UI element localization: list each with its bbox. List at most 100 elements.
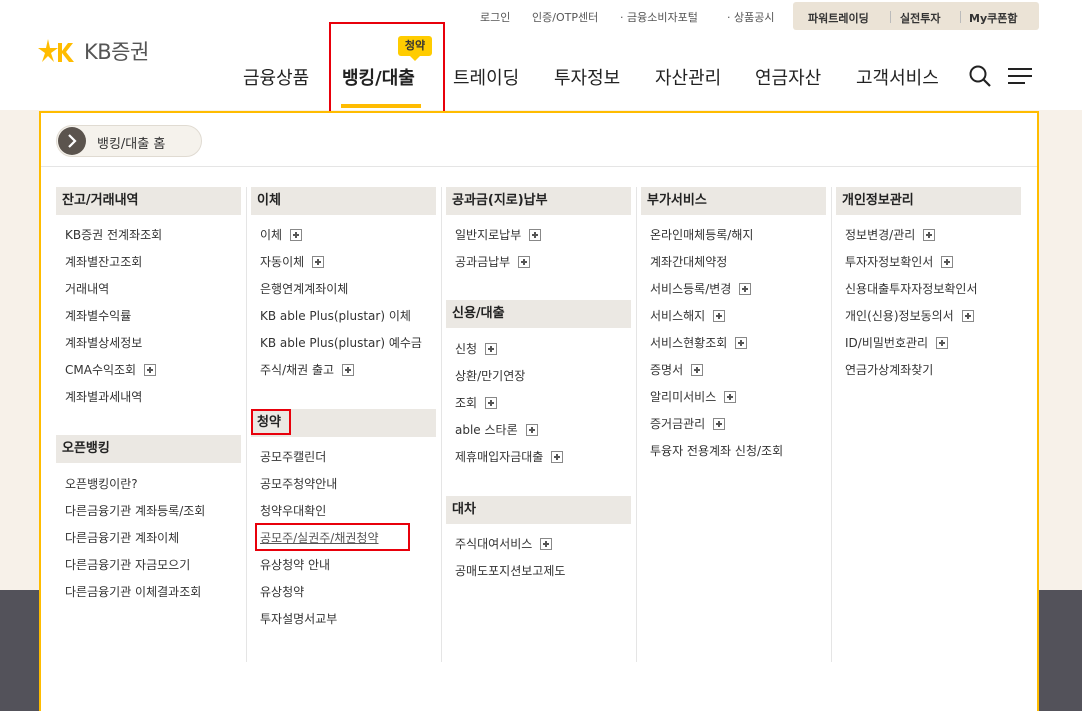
quick-links-box: 파워트레이딩 실전투자 My쿠폰함 <box>793 2 1039 30</box>
menu-item[interactable]: 계좌별잔고조회 <box>65 253 142 270</box>
expand-plus-icon[interactable] <box>144 363 157 376</box>
section-header-personal-info[interactable]: 개인정보관리 <box>836 187 1021 215</box>
product-notice-link[interactable]: · 상품공시 <box>727 9 774 25</box>
expand-plus-icon[interactable] <box>312 255 325 268</box>
column-divider <box>441 187 442 662</box>
login-link[interactable]: 로그인 <box>480 9 510 25</box>
menu-item[interactable]: 서비스해지 <box>650 307 726 324</box>
menu-item[interactable]: 투자설명서교부 <box>260 610 337 627</box>
section-header-additional-services[interactable]: 부가서비스 <box>641 187 826 215</box>
menu-item[interactable]: 계좌별상세정보 <box>65 334 142 351</box>
banking-home-label: 뱅킹/대출 홈 <box>97 137 166 152</box>
menu-item[interactable]: able 스타론 <box>455 421 538 438</box>
menu-item[interactable]: 공매도포지션보고제도 <box>455 562 565 579</box>
gnb-customer-service[interactable]: 고객서비스 <box>856 64 939 90</box>
menu-item[interactable]: 계좌별수익률 <box>65 307 131 324</box>
menu-item[interactable]: 주식대여서비스 <box>455 535 553 552</box>
section-header-balance[interactable]: 잔고/거래내역 <box>56 187 241 215</box>
expand-plus-icon[interactable] <box>529 228 542 241</box>
menu-item[interactable]: 신청 <box>455 340 498 357</box>
menu-item[interactable]: 개인(신용)정보동의서 <box>845 307 974 324</box>
section-header-credit-loan[interactable]: 신용/대출 <box>446 300 631 328</box>
menu-item[interactable]: 주식/채권 출고 <box>260 361 355 378</box>
expand-plus-icon[interactable] <box>518 255 531 268</box>
menu-item[interactable]: 은행연계계좌이체 <box>260 280 348 297</box>
menu-item[interactable]: 공모주청약안내 <box>260 475 337 492</box>
expand-plus-icon[interactable] <box>551 450 564 463</box>
menu-item[interactable]: 거래내역 <box>65 280 109 297</box>
expand-plus-icon[interactable] <box>739 282 752 295</box>
menu-item[interactable]: 조회 <box>455 394 498 411</box>
menu-item[interactable]: CMA수익조회 <box>65 361 157 378</box>
power-trading-link[interactable]: 파워트레이딩 <box>808 10 869 26</box>
menu-item[interactable]: 이체 <box>260 226 303 243</box>
menu-item[interactable]: 정보변경/관리 <box>845 226 936 243</box>
hamburger-menu-icon[interactable] <box>1007 66 1033 86</box>
menu-item[interactable]: 청약우대확인 <box>260 502 326 519</box>
menu-item[interactable]: KB증권 전계좌조회 <box>65 226 162 243</box>
expand-plus-icon[interactable] <box>691 363 704 376</box>
expand-plus-icon[interactable] <box>290 228 303 241</box>
expand-plus-icon[interactable] <box>961 309 974 322</box>
menu-item[interactable]: 연금가상계좌찾기 <box>845 361 933 378</box>
expand-plus-icon[interactable] <box>342 363 355 376</box>
menu-item[interactable]: 증거금관리 <box>650 415 726 432</box>
expand-plus-icon[interactable] <box>941 255 954 268</box>
gnb-financial-products[interactable]: 금융상품 <box>243 64 309 90</box>
menu-item[interactable]: 유상청약 안내 <box>260 556 330 573</box>
menu-item[interactable]: 상환/만기연장 <box>455 367 525 384</box>
search-icon[interactable] <box>968 64 992 88</box>
expand-plus-icon[interactable] <box>540 537 553 550</box>
kb-logo[interactable]: KB증권 <box>38 36 149 66</box>
menu-item[interactable]: 알리미서비스 <box>650 388 737 405</box>
menu-item[interactable]: 다른금융기관 자금모으기 <box>65 556 190 573</box>
gnb-pension-assets[interactable]: 연금자산 <box>755 64 821 90</box>
section-header-open-banking[interactable]: 오픈뱅킹 <box>56 435 241 463</box>
live-invest-link[interactable]: 실전투자 <box>900 10 940 26</box>
menu-item[interactable]: 온라인매체등록/해지 <box>650 226 753 243</box>
menu-item[interactable]: 다른금융기관 이체결과조회 <box>65 583 201 600</box>
menu-item[interactable]: 공과금납부 <box>455 253 531 270</box>
column-divider <box>831 187 832 662</box>
menu-item[interactable]: 제휴매입자금대출 <box>455 448 564 465</box>
menu-item[interactable]: 서비스현황조회 <box>650 334 748 351</box>
gnb-asset-management[interactable]: 자산관리 <box>655 64 721 90</box>
menu-item[interactable]: 서비스등록/변경 <box>650 280 752 297</box>
expand-plus-icon[interactable] <box>525 423 538 436</box>
my-coupon-link[interactable]: My쿠폰함 <box>969 10 1017 26</box>
expand-plus-icon[interactable] <box>923 228 936 241</box>
expand-plus-icon[interactable] <box>485 342 498 355</box>
expand-plus-icon[interactable] <box>735 336 748 349</box>
menu-item[interactable]: KB able Plus(plustar) 예수금 <box>260 334 422 351</box>
menu-item[interactable]: 투자자정보확인서 <box>845 253 954 270</box>
otp-center-link[interactable]: 인증/OTP센터 <box>532 9 598 25</box>
separator <box>960 11 961 23</box>
menu-item[interactable]: 증명서 <box>650 361 704 378</box>
expand-plus-icon[interactable] <box>485 396 498 409</box>
menu-item[interactable]: 신용대출투자자정보확인서 <box>845 280 977 297</box>
menu-item[interactable]: 계좌간대체약정 <box>650 253 727 270</box>
section-header-lending[interactable]: 대차 <box>446 496 631 524</box>
expand-plus-icon[interactable] <box>713 309 726 322</box>
banking-loan-mega-menu: 뱅킹/대출 홈 잔고/거래내역 KB증권 전계좌조회 계좌별잔고조회 거래내역 … <box>39 111 1039 711</box>
menu-item[interactable]: 유상청약 <box>260 583 304 600</box>
gnb-investment-info[interactable]: 투자정보 <box>554 64 620 90</box>
menu-item[interactable]: 일반지로납부 <box>455 226 542 243</box>
menu-item[interactable]: 공모주캘린더 <box>260 448 326 465</box>
section-header-transfer[interactable]: 이체 <box>251 187 436 215</box>
menu-item[interactable]: 다른금융기관 계좌이체 <box>65 529 179 546</box>
menu-item[interactable]: 다른금융기관 계좌등록/조회 <box>65 502 205 519</box>
consumer-portal-link[interactable]: · 금융소비자포털 <box>620 9 698 25</box>
expand-plus-icon[interactable] <box>724 390 737 403</box>
banking-home-button[interactable]: 뱅킹/대출 홈 <box>56 125 202 157</box>
section-header-utility-payment[interactable]: 공과금(지로)납부 <box>446 187 631 215</box>
menu-item[interactable]: 자동이체 <box>260 253 325 270</box>
menu-item[interactable]: 투융자 전용계좌 신청/조회 <box>650 442 783 459</box>
menu-item[interactable]: ID/비밀번호관리 <box>845 334 949 351</box>
menu-item[interactable]: 오픈뱅킹이란? <box>65 475 138 492</box>
expand-plus-icon[interactable] <box>936 336 949 349</box>
gnb-trading[interactable]: 트레이딩 <box>453 64 519 90</box>
menu-item[interactable]: KB able Plus(plustar) 이체 <box>260 307 411 324</box>
menu-item[interactable]: 계좌별과세내역 <box>65 388 142 405</box>
expand-plus-icon[interactable] <box>713 417 726 430</box>
